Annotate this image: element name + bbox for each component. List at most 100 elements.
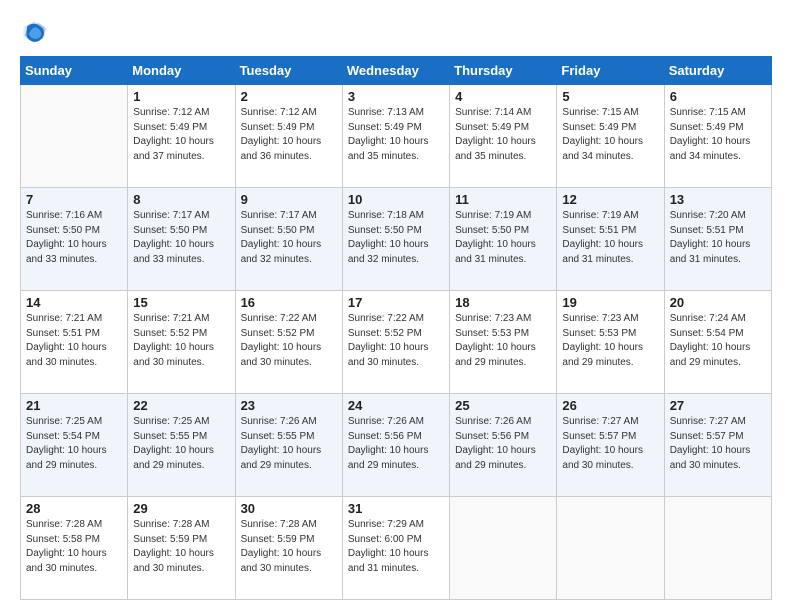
day-number: 2 xyxy=(241,89,337,104)
day-number: 24 xyxy=(348,398,444,413)
calendar-cell: 22Sunrise: 7:25 AMSunset: 5:55 PMDayligh… xyxy=(128,394,235,497)
calendar-cell: 4 Sunrise: 7:14 AMSunset: 5:49 PMDaylight… xyxy=(450,85,557,188)
day-number: 23 xyxy=(241,398,337,413)
day-info: Sunrise: 7:29 AMSunset: 6:00 PMDaylight:… xyxy=(348,518,444,576)
calendar-header-row: SundayMondayTuesdayWednesdayThursdayFrid… xyxy=(21,57,772,85)
day-number: 1 xyxy=(133,89,229,104)
day-number: 19 xyxy=(562,295,658,310)
day-info: Sunrise: 7:27 AMSunset: 5:57 PMDaylight:… xyxy=(670,415,766,473)
day-number: 11 xyxy=(455,192,551,207)
day-number: 31 xyxy=(348,501,444,516)
calendar-cell: 23 Sunrise: 7:26 AMSunset: 5:55 PMDayligh… xyxy=(235,394,342,497)
calendar-cell: 10 Sunrise: 7:18 AMSunset: 5:50 PMDayligh… xyxy=(342,188,449,291)
day-number: 9 xyxy=(241,192,337,207)
day-info: Sunrise: 7:12 AMSunset: 5:49 PMDaylight:… xyxy=(133,106,229,164)
calendar-cell: 26 Sunrise: 7:27 AMSunset: 5:57 PMDayligh… xyxy=(557,394,664,497)
calendar-cell: 18Sunrise: 7:23 AMSunset: 5:53 PMDayligh… xyxy=(450,291,557,394)
day-info: Sunrise: 7:28 AMSunset: 5:58 PMDaylight:… xyxy=(26,518,122,576)
calendar-week-row: 28Sunrise: 7:28 AMSunset: 5:58 PMDayligh… xyxy=(21,497,772,600)
day-info: Sunrise: 7:28 AMSunset: 5:59 PMDaylight:… xyxy=(241,518,337,576)
day-info: Sunrise: 7:21 AMSunset: 5:51 PMDaylight:… xyxy=(26,312,122,370)
day-info: Sunrise: 7:20 AMSunset: 5:51 PMDaylight:… xyxy=(670,209,766,267)
day-number: 21 xyxy=(26,398,122,413)
day-number: 8 xyxy=(133,192,229,207)
calendar-cell: 25 Sunrise: 7:26 AMSunset: 5:56 PMDayligh… xyxy=(450,394,557,497)
day-number: 26 xyxy=(562,398,658,413)
day-number: 18 xyxy=(455,295,551,310)
page: SundayMondayTuesdayWednesdayThursdayFrid… xyxy=(0,0,792,612)
calendar-cell xyxy=(664,497,771,600)
day-info: Sunrise: 7:23 AMSunset: 5:53 PMDaylight:… xyxy=(562,312,658,370)
day-number: 16 xyxy=(241,295,337,310)
calendar-cell: 8Sunrise: 7:17 AMSunset: 5:50 PMDaylight… xyxy=(128,188,235,291)
calendar-week-row: 21 Sunrise: 7:25 AMSunset: 5:54 PMDayligh… xyxy=(21,394,772,497)
day-info: Sunrise: 7:22 AMSunset: 5:52 PMDaylight:… xyxy=(348,312,444,370)
day-number: 4 xyxy=(455,89,551,104)
calendar-cell: 27 Sunrise: 7:27 AMSunset: 5:57 PMDayligh… xyxy=(664,394,771,497)
day-info: Sunrise: 7:26 AMSunset: 5:56 PMDaylight:… xyxy=(455,415,551,473)
day-info: Sunrise: 7:26 AMSunset: 5:55 PMDaylight:… xyxy=(241,415,337,473)
day-info: Sunrise: 7:26 AMSunset: 5:56 PMDaylight:… xyxy=(348,415,444,473)
day-info: Sunrise: 7:15 AMSunset: 5:49 PMDaylight:… xyxy=(670,106,766,164)
calendar-cell: 9 Sunrise: 7:17 AMSunset: 5:50 PMDaylight… xyxy=(235,188,342,291)
calendar-cell: 16 Sunrise: 7:22 AMSunset: 5:52 PMDayligh… xyxy=(235,291,342,394)
calendar-cell: 21 Sunrise: 7:25 AMSunset: 5:54 PMDayligh… xyxy=(21,394,128,497)
day-number: 25 xyxy=(455,398,551,413)
day-number: 10 xyxy=(348,192,444,207)
logo xyxy=(20,18,52,46)
day-number: 12 xyxy=(562,192,658,207)
calendar-cell: 2Sunrise: 7:12 AMSunset: 5:49 PMDaylight… xyxy=(235,85,342,188)
calendar-cell: 24 Sunrise: 7:26 AMSunset: 5:56 PMDayligh… xyxy=(342,394,449,497)
calendar-cell: 6 Sunrise: 7:15 AMSunset: 5:49 PMDaylight… xyxy=(664,85,771,188)
day-info: Sunrise: 7:18 AMSunset: 5:50 PMDaylight:… xyxy=(348,209,444,267)
day-info: Sunrise: 7:14 AMSunset: 5:49 PMDaylight:… xyxy=(455,106,551,164)
calendar-cell: 17 Sunrise: 7:22 AMSunset: 5:52 PMDayligh… xyxy=(342,291,449,394)
calendar-header-sunday: Sunday xyxy=(21,57,128,85)
calendar-table: SundayMondayTuesdayWednesdayThursdayFrid… xyxy=(20,56,772,600)
day-info: Sunrise: 7:27 AMSunset: 5:57 PMDaylight:… xyxy=(562,415,658,473)
day-number: 20 xyxy=(670,295,766,310)
day-number: 27 xyxy=(670,398,766,413)
day-number: 30 xyxy=(241,501,337,516)
calendar-cell xyxy=(557,497,664,600)
calendar-cell: 14Sunrise: 7:21 AMSunset: 5:51 PMDayligh… xyxy=(21,291,128,394)
calendar-header-friday: Friday xyxy=(557,57,664,85)
calendar-cell: 12 Sunrise: 7:19 AMSunset: 5:51 PMDayligh… xyxy=(557,188,664,291)
day-info: Sunrise: 7:28 AMSunset: 5:59 PMDaylight:… xyxy=(133,518,229,576)
calendar-header-thursday: Thursday xyxy=(450,57,557,85)
day-info: Sunrise: 7:17 AMSunset: 5:50 PMDaylight:… xyxy=(241,209,337,267)
calendar-cell xyxy=(450,497,557,600)
day-info: Sunrise: 7:21 AMSunset: 5:52 PMDaylight:… xyxy=(133,312,229,370)
calendar-cell: 31 Sunrise: 7:29 AMSunset: 6:00 PMDayligh… xyxy=(342,497,449,600)
calendar-cell: 29Sunrise: 7:28 AMSunset: 5:59 PMDayligh… xyxy=(128,497,235,600)
day-number: 15 xyxy=(133,295,229,310)
calendar-week-row: 1 Sunrise: 7:12 AMSunset: 5:49 PMDaylight… xyxy=(21,85,772,188)
calendar-header-wednesday: Wednesday xyxy=(342,57,449,85)
day-number: 6 xyxy=(670,89,766,104)
calendar-week-row: 14Sunrise: 7:21 AMSunset: 5:51 PMDayligh… xyxy=(21,291,772,394)
calendar-cell: 20 Sunrise: 7:24 AMSunset: 5:54 PMDayligh… xyxy=(664,291,771,394)
calendar-cell: 19 Sunrise: 7:23 AMSunset: 5:53 PMDayligh… xyxy=(557,291,664,394)
day-number: 17 xyxy=(348,295,444,310)
calendar-cell: 30 Sunrise: 7:28 AMSunset: 5:59 PMDayligh… xyxy=(235,497,342,600)
calendar-cell: 7Sunrise: 7:16 AMSunset: 5:50 PMDaylight… xyxy=(21,188,128,291)
calendar-cell: 5 Sunrise: 7:15 AMSunset: 5:49 PMDaylight… xyxy=(557,85,664,188)
day-number: 5 xyxy=(562,89,658,104)
day-info: Sunrise: 7:24 AMSunset: 5:54 PMDaylight:… xyxy=(670,312,766,370)
header xyxy=(20,18,772,46)
calendar-header-tuesday: Tuesday xyxy=(235,57,342,85)
day-info: Sunrise: 7:19 AMSunset: 5:51 PMDaylight:… xyxy=(562,209,658,267)
calendar-week-row: 7Sunrise: 7:16 AMSunset: 5:50 PMDaylight… xyxy=(21,188,772,291)
calendar-cell: 3Sunrise: 7:13 AMSunset: 5:49 PMDaylight… xyxy=(342,85,449,188)
day-number: 22 xyxy=(133,398,229,413)
day-number: 7 xyxy=(26,192,122,207)
day-info: Sunrise: 7:19 AMSunset: 5:50 PMDaylight:… xyxy=(455,209,551,267)
logo-icon xyxy=(20,18,48,46)
calendar-cell: 1 Sunrise: 7:12 AMSunset: 5:49 PMDaylight… xyxy=(128,85,235,188)
day-number: 13 xyxy=(670,192,766,207)
day-info: Sunrise: 7:15 AMSunset: 5:49 PMDaylight:… xyxy=(562,106,658,164)
day-info: Sunrise: 7:25 AMSunset: 5:54 PMDaylight:… xyxy=(26,415,122,473)
day-info: Sunrise: 7:13 AMSunset: 5:49 PMDaylight:… xyxy=(348,106,444,164)
calendar-cell xyxy=(21,85,128,188)
day-info: Sunrise: 7:22 AMSunset: 5:52 PMDaylight:… xyxy=(241,312,337,370)
